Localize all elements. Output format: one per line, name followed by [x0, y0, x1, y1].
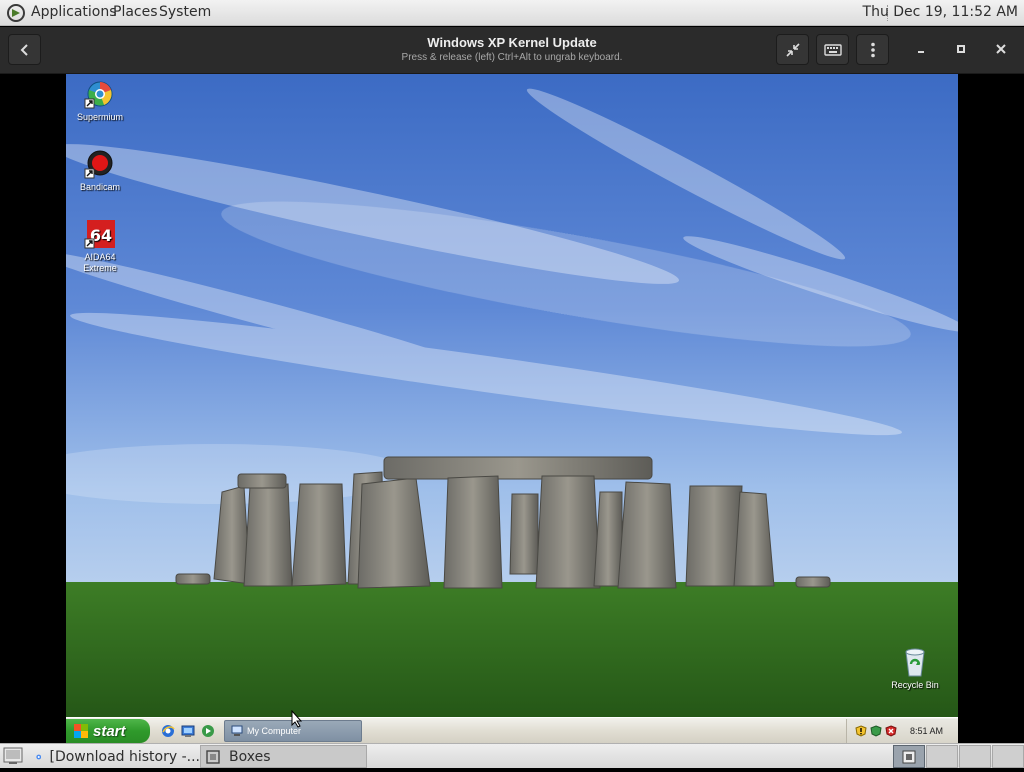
desktop-icon-label: AIDA64 — [84, 252, 116, 262]
antivirus-icon[interactable] — [885, 725, 897, 737]
system-menu[interactable]: System — [159, 4, 211, 20]
keyboard-icon — [823, 43, 842, 56]
workspace-1[interactable] — [893, 745, 925, 768]
xp-taskbar: start My Computer 8:51 AM — [66, 717, 958, 743]
taskbar-window-download-history[interactable]: [Download history -... — [30, 745, 200, 768]
desktop-icon-label: Extreme — [83, 263, 117, 273]
network-shield-icon[interactable] — [870, 725, 882, 737]
desktop-icon-supermium[interactable]: Supermium — [66, 78, 135, 123]
security-alert-icon[interactable] — [855, 725, 867, 737]
close-icon — [996, 44, 1006, 54]
menu-button[interactable] — [856, 34, 889, 65]
browser-icon — [36, 754, 42, 759]
desktop-icon-bandicam[interactable]: Bandicam — [66, 148, 135, 193]
supermium-browser-icon — [84, 78, 116, 110]
boxes-app-icon — [206, 749, 220, 764]
desktop-icon-recycle-bin[interactable]: Recycle Bin — [880, 646, 950, 691]
shrink-arrows-icon — [785, 42, 800, 57]
maximize-button[interactable] — [949, 36, 973, 62]
recycle-bin-icon — [899, 646, 931, 678]
tray-clock[interactable]: 8:51 AM — [910, 726, 943, 736]
places-menu[interactable]: Places — [113, 4, 158, 20]
window-title: [Download history -... — [49, 748, 200, 765]
top-panel: Applications Places System Thu Dec 19, 1… — [0, 0, 1024, 26]
boxes-header-bar: Windows XP Kernel Update Press & release… — [0, 27, 1024, 74]
panel-clock[interactable]: Thu Dec 19, 11:52 AM — [863, 4, 1018, 20]
bandicam-icon — [84, 148, 116, 180]
desktop-icon-label: Recycle Bin — [891, 680, 939, 690]
close-button[interactable] — [989, 36, 1013, 62]
system-tray: 8:51 AM — [846, 719, 958, 743]
maximize-icon — [957, 45, 965, 53]
vertical-dots-icon — [870, 42, 875, 57]
applications-menu[interactable]: Applications — [31, 4, 117, 20]
workspace-3[interactable] — [959, 745, 991, 768]
stonehenge-wallpaper — [66, 74, 958, 717]
vm-display[interactable]: Supermium Bandicam 64 AIDA64 Extreme Rec… — [66, 74, 958, 743]
unfullscreen-button[interactable] — [776, 34, 809, 65]
desktop-icon-aida64[interactable]: 64 AIDA64 Extreme — [66, 218, 135, 274]
internet-explorer-icon[interactable] — [160, 723, 176, 739]
workspace-window-icon — [902, 750, 916, 764]
desktop-icon-label: Supermium — [76, 112, 123, 122]
minimize-icon — [918, 51, 924, 53]
workspace-4[interactable] — [992, 745, 1024, 768]
start-button[interactable]: start — [66, 719, 150, 743]
mouse-cursor-icon — [291, 710, 303, 728]
media-player-icon[interactable] — [200, 723, 216, 739]
show-desktop-icon[interactable] — [3, 747, 23, 765]
window-title: Boxes — [229, 748, 271, 765]
desktop-icon-label: Bandicam — [79, 182, 121, 192]
start-label: start — [93, 722, 126, 740]
minimize-button[interactable] — [909, 36, 933, 62]
distro-logo-icon[interactable] — [6, 3, 26, 23]
aida64-icon: 64 — [84, 218, 116, 250]
keyboard-button[interactable] — [816, 34, 849, 65]
bottom-panel: [Download history -... Boxes — [0, 743, 1024, 768]
my-computer-icon — [231, 725, 243, 736]
windows-flag-icon — [74, 724, 88, 738]
show-desktop-icon[interactable] — [180, 723, 196, 739]
taskbar-window-boxes[interactable]: Boxes — [200, 745, 367, 768]
workspace-2[interactable] — [926, 745, 958, 768]
